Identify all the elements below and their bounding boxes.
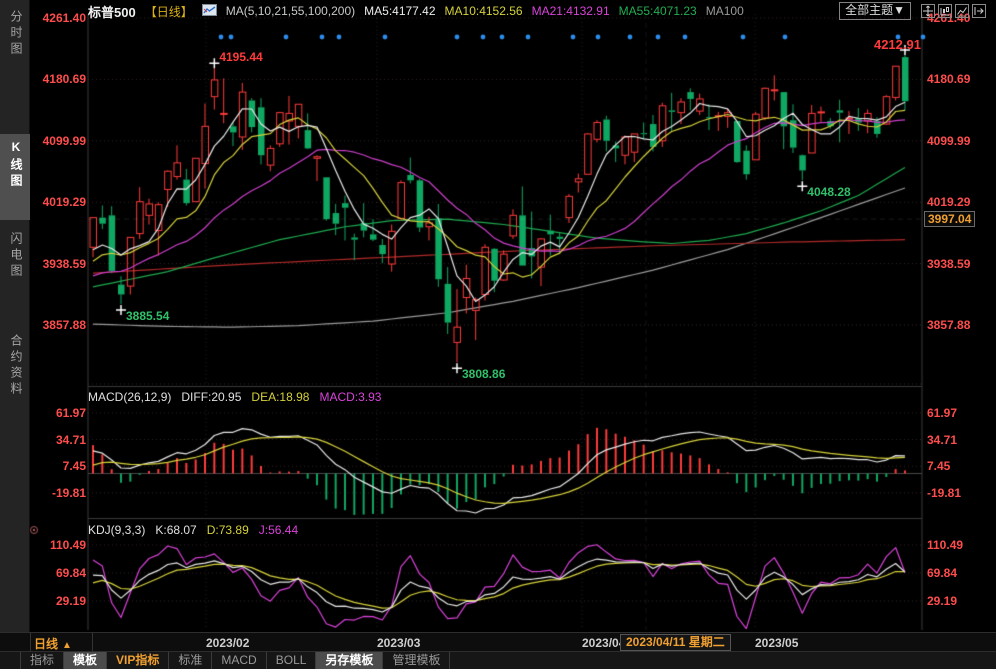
pan-icon[interactable]: [921, 4, 935, 18]
tab-模板[interactable]: 模板: [64, 652, 107, 669]
symbol-title: 标普500: [88, 2, 136, 21]
period-tag: 【日线】: [145, 3, 193, 20]
tab-MACD[interactable]: MACD: [212, 652, 266, 669]
trading-app-window: 4261.404261.404180.694180.694099.994099.…: [0, 0, 996, 669]
tab-标准[interactable]: 标准: [169, 652, 212, 669]
detach-window-icon[interactable]: [972, 4, 986, 18]
indicator-pane-icon[interactable]: [955, 4, 969, 18]
ma-value-label: MA10:4152.56: [445, 4, 523, 18]
chevron-up-icon: ▲: [62, 640, 72, 651]
chart-legend: 标普500 【日线】 MA(5,10,21,55,100,200) MA5:4177.…: [88, 0, 744, 22]
candle-pane-icon[interactable]: [938, 4, 952, 18]
tab-管理模板[interactable]: 管理模板: [383, 652, 450, 669]
sidebar-item-K线图[interactable]: K线图: [0, 134, 30, 220]
tab-BOLL[interactable]: BOLL: [267, 652, 317, 669]
ma-value-label: MA100: [706, 4, 744, 18]
period-label: 日线: [34, 637, 58, 651]
bottom-tab-bar: 指标模板VIP指标标准MACDBOLL另存模板管理模板: [0, 652, 996, 669]
sidebar-item-合约资料[interactable]: 合约资料: [0, 328, 30, 446]
tab-VIP指标[interactable]: VIP指标: [107, 652, 169, 669]
x-axis-label: 2023/02: [206, 636, 249, 650]
sidebar: 分时图 K线图闪电图合约资料: [0, 0, 30, 632]
divider: [92, 633, 93, 651]
x-axis-label: 2023/05: [755, 636, 798, 650]
theme-dropdown[interactable]: 全部主题▼: [839, 2, 911, 20]
tab-另存模板[interactable]: 另存模板: [316, 652, 383, 669]
x-axis-label: 2023/03: [377, 636, 420, 650]
ma-value-label: MA55:4071.23: [619, 4, 697, 18]
chart-header: 标普500 【日线】 MA(5,10,21,55,100,200) MA5:4177.…: [30, 0, 996, 22]
tab-指标[interactable]: 指标: [20, 652, 64, 669]
mini-chart-icon: [202, 4, 217, 19]
x-axis-label: 2023/04: [582, 636, 625, 650]
crosshair-date-tooltip: 2023/04/11 星期二: [620, 634, 731, 651]
ma-value-label: MA21:4132.91: [532, 4, 610, 18]
date-axis: 日线 ▲ 2023/02 2023/03 2023/04 2023/05 2023/04/…: [0, 632, 996, 652]
ma-settings-label: MA(5,10,21,55,100,200): [226, 4, 355, 18]
chart-canvas[interactable]: [0, 0, 996, 669]
ma-value-label: MA5:4177.42: [364, 4, 435, 18]
header-tools: 全部主题▼: [839, 2, 986, 20]
divider: [30, 633, 31, 651]
sidebar-item-闪电图[interactable]: 闪电图: [0, 226, 30, 320]
sidebar-item-分时图[interactable]: 分时图: [0, 4, 30, 66]
period-selector[interactable]: 日线 ▲: [34, 635, 72, 652]
